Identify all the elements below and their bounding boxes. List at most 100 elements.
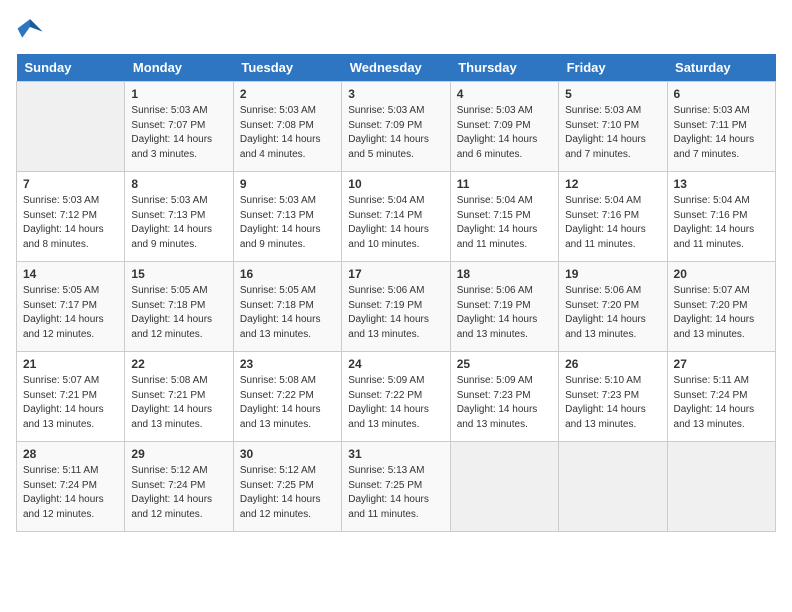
day-number: 1	[131, 87, 226, 101]
weekday-friday: Friday	[559, 54, 667, 82]
calendar-cell: 28 Sunrise: 5:11 AMSunset: 7:24 PMDayligh…	[17, 442, 125, 532]
day-number: 30	[240, 447, 335, 461]
calendar-cell: 5Sunrise: 5:03 AMSunset: 7:10 PMDaylight…	[559, 82, 667, 172]
logo-icon	[16, 16, 44, 44]
calendar-cell: 9 Sunrise: 5:03 AMSunset: 7:13 PMDaylight…	[233, 172, 341, 262]
calendar-cell: 31 Sunrise: 5:13 AMSunset: 7:25 PMDayligh…	[342, 442, 450, 532]
calendar-cell: 17 Sunrise: 5:06 AMSunset: 7:19 PMDayligh…	[342, 262, 450, 352]
calendar-cell: 7 Sunrise: 5:03 AMSunset: 7:12 PMDaylight…	[17, 172, 125, 262]
day-number: 28	[23, 447, 118, 461]
day-info: Sunrise: 5:04 AMSunset: 7:16 PMDaylight:…	[674, 194, 769, 252]
day-number: 31	[348, 447, 443, 461]
day-info: Sunrise: 5:08 AMSunset: 7:22 PMDaylight:…	[240, 374, 335, 432]
calendar-cell: 29 Sunrise: 5:12 AMSunset: 7:24 PMDayligh…	[125, 442, 233, 532]
day-number: 3	[348, 87, 443, 101]
calendar-cell: 15 Sunrise: 5:05 AMSunset: 7:18 PMDayligh…	[125, 262, 233, 352]
calendar-body: 1 Sunrise: 5:03 AMSunset: 7:07 PMDaylight…	[17, 82, 776, 532]
day-number: 5	[565, 87, 660, 101]
weekday-monday: Monday	[125, 54, 233, 82]
day-number: 26	[565, 357, 660, 371]
day-info: Sunrise: 5:05 AMSunset: 7:17 PMDaylight:…	[23, 284, 118, 342]
logo	[16, 16, 48, 44]
calendar-cell: 25 Sunrise: 5:09 AMSunset: 7:23 PMDayligh…	[450, 352, 558, 442]
day-number: 19	[565, 267, 660, 281]
day-number: 16	[240, 267, 335, 281]
weekday-saturday: Saturday	[667, 54, 775, 82]
day-info: Sunrise: 5:05 AMSunset: 7:18 PMDaylight:…	[131, 284, 226, 342]
day-info: Sunrise: 5:12 AMSunset: 7:25 PMDaylight:…	[240, 464, 335, 522]
day-info: Sunrise: 5:13 AMSunset: 7:25 PMDaylight:…	[348, 464, 443, 522]
day-info: Sunrise: 5:03 AMSunset: 7:09 PMDaylight:…	[348, 104, 443, 162]
day-info: Sunrise: 5:04 AMSunset: 7:16 PMDaylight:…	[565, 194, 660, 252]
calendar-cell: 10 Sunrise: 5:04 AMSunset: 7:14 PMDayligh…	[342, 172, 450, 262]
day-number: 9	[240, 177, 335, 191]
calendar-cell: 2 Sunrise: 5:03 AMSunset: 7:08 PMDaylight…	[233, 82, 341, 172]
calendar-week-4: 21 Sunrise: 5:07 AMSunset: 7:21 PMDayligh…	[17, 352, 776, 442]
day-info: Sunrise: 5:06 AMSunset: 7:19 PMDaylight:…	[348, 284, 443, 342]
day-number: 24	[348, 357, 443, 371]
day-info: Sunrise: 5:03 AMSunset: 7:13 PMDaylight:…	[240, 194, 335, 252]
calendar-header: SundayMondayTuesdayWednesdayThursdayFrid…	[17, 54, 776, 82]
calendar-cell: 1 Sunrise: 5:03 AMSunset: 7:07 PMDaylight…	[125, 82, 233, 172]
day-info: Sunrise: 5:11 AMSunset: 7:24 PMDaylight:…	[674, 374, 769, 432]
page-header	[16, 16, 776, 44]
day-info: Sunrise: 5:06 AMSunset: 7:19 PMDaylight:…	[457, 284, 552, 342]
day-number: 10	[348, 177, 443, 191]
calendar-cell	[17, 82, 125, 172]
weekday-tuesday: Tuesday	[233, 54, 341, 82]
calendar-cell: 14 Sunrise: 5:05 AMSunset: 7:17 PMDayligh…	[17, 262, 125, 352]
day-info: Sunrise: 5:10 AMSunset: 7:23 PMDaylight:…	[565, 374, 660, 432]
day-info: Sunrise: 5:12 AMSunset: 7:24 PMDaylight:…	[131, 464, 226, 522]
day-info: Sunrise: 5:11 AMSunset: 7:24 PMDaylight:…	[23, 464, 118, 522]
calendar-cell: 20Sunrise: 5:07 AMSunset: 7:20 PMDayligh…	[667, 262, 775, 352]
day-info: Sunrise: 5:06 AMSunset: 7:20 PMDaylight:…	[565, 284, 660, 342]
day-number: 4	[457, 87, 552, 101]
day-info: Sunrise: 5:09 AMSunset: 7:23 PMDaylight:…	[457, 374, 552, 432]
day-info: Sunrise: 5:03 AMSunset: 7:08 PMDaylight:…	[240, 104, 335, 162]
calendar-week-1: 1 Sunrise: 5:03 AMSunset: 7:07 PMDaylight…	[17, 82, 776, 172]
day-number: 12	[565, 177, 660, 191]
day-number: 29	[131, 447, 226, 461]
day-number: 14	[23, 267, 118, 281]
day-number: 2	[240, 87, 335, 101]
calendar-cell	[667, 442, 775, 532]
day-number: 15	[131, 267, 226, 281]
weekday-sunday: Sunday	[17, 54, 125, 82]
day-info: Sunrise: 5:08 AMSunset: 7:21 PMDaylight:…	[131, 374, 226, 432]
calendar-week-5: 28 Sunrise: 5:11 AMSunset: 7:24 PMDayligh…	[17, 442, 776, 532]
day-number: 22	[131, 357, 226, 371]
calendar-cell: 11Sunrise: 5:04 AMSunset: 7:15 PMDayligh…	[450, 172, 558, 262]
day-number: 17	[348, 267, 443, 281]
calendar-cell: 30 Sunrise: 5:12 AMSunset: 7:25 PMDayligh…	[233, 442, 341, 532]
day-number: 6	[674, 87, 769, 101]
day-info: Sunrise: 5:03 AMSunset: 7:11 PMDaylight:…	[674, 104, 769, 162]
day-info: Sunrise: 5:03 AMSunset: 7:07 PMDaylight:…	[131, 104, 226, 162]
calendar-cell: 23 Sunrise: 5:08 AMSunset: 7:22 PMDayligh…	[233, 352, 341, 442]
calendar-cell: 27Sunrise: 5:11 AMSunset: 7:24 PMDayligh…	[667, 352, 775, 442]
calendar-cell: 12 Sunrise: 5:04 AMSunset: 7:16 PMDayligh…	[559, 172, 667, 262]
day-info: Sunrise: 5:04 AMSunset: 7:14 PMDaylight:…	[348, 194, 443, 252]
day-number: 7	[23, 177, 118, 191]
calendar-cell: 8Sunrise: 5:03 AMSunset: 7:13 PMDaylight…	[125, 172, 233, 262]
day-number: 23	[240, 357, 335, 371]
day-info: Sunrise: 5:03 AMSunset: 7:12 PMDaylight:…	[23, 194, 118, 252]
day-number: 13	[674, 177, 769, 191]
day-info: Sunrise: 5:03 AMSunset: 7:09 PMDaylight:…	[457, 104, 552, 162]
calendar-cell: 3 Sunrise: 5:03 AMSunset: 7:09 PMDaylight…	[342, 82, 450, 172]
day-number: 18	[457, 267, 552, 281]
day-info: Sunrise: 5:07 AMSunset: 7:20 PMDaylight:…	[674, 284, 769, 342]
calendar-cell	[450, 442, 558, 532]
calendar-cell: 18 Sunrise: 5:06 AMSunset: 7:19 PMDayligh…	[450, 262, 558, 352]
day-info: Sunrise: 5:04 AMSunset: 7:15 PMDaylight:…	[457, 194, 552, 252]
day-number: 21	[23, 357, 118, 371]
calendar-cell: 21 Sunrise: 5:07 AMSunset: 7:21 PMDayligh…	[17, 352, 125, 442]
calendar-cell: 6 Sunrise: 5:03 AMSunset: 7:11 PMDaylight…	[667, 82, 775, 172]
weekday-header-row: SundayMondayTuesdayWednesdayThursdayFrid…	[17, 54, 776, 82]
weekday-thursday: Thursday	[450, 54, 558, 82]
weekday-wednesday: Wednesday	[342, 54, 450, 82]
day-info: Sunrise: 5:07 AMSunset: 7:21 PMDaylight:…	[23, 374, 118, 432]
calendar-cell	[559, 442, 667, 532]
calendar-cell: 4 Sunrise: 5:03 AMSunset: 7:09 PMDaylight…	[450, 82, 558, 172]
day-info: Sunrise: 5:05 AMSunset: 7:18 PMDaylight:…	[240, 284, 335, 342]
day-number: 25	[457, 357, 552, 371]
